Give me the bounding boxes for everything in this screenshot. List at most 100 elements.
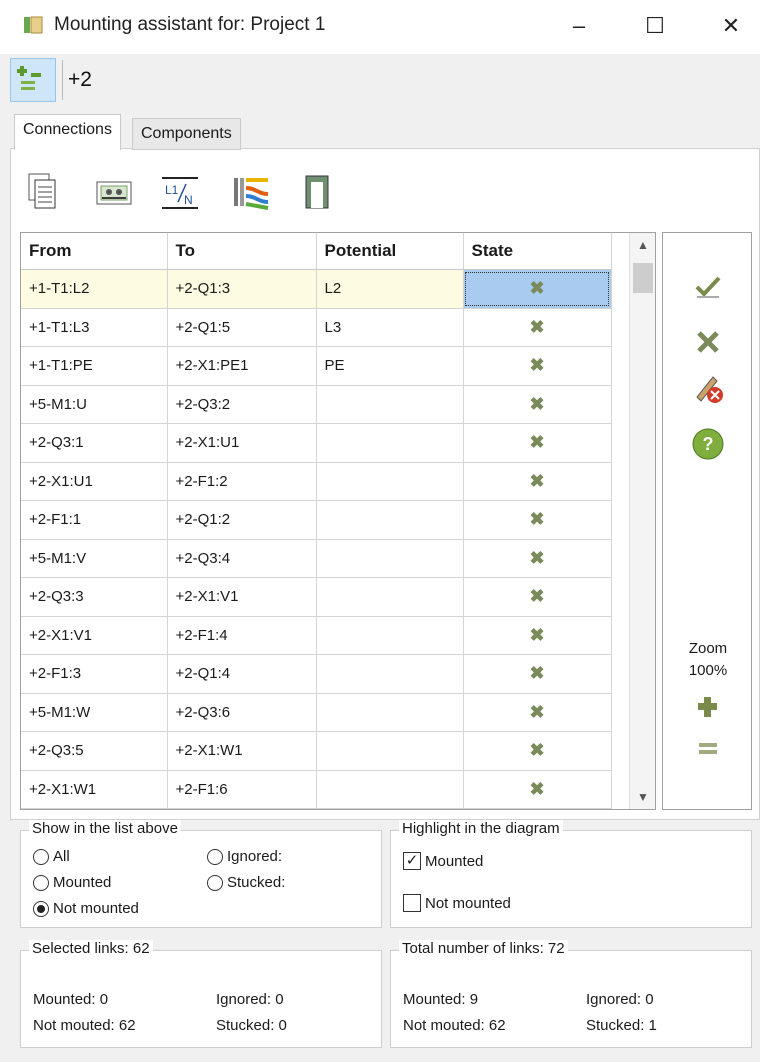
- cell-from[interactable]: +2-Q3:1: [21, 423, 168, 463]
- table-row[interactable]: +2-F1:1 +2-Q1:2 ✖: [21, 500, 612, 540]
- cell-to[interactable]: +2-Q1:5: [167, 308, 317, 347]
- cell-potential[interactable]: PE: [316, 346, 464, 386]
- tab-components[interactable]: Components: [132, 118, 241, 150]
- cell-to[interactable]: +2-Q1:2: [167, 500, 317, 540]
- cable-colors-icon[interactable]: [230, 172, 272, 212]
- cell-potential[interactable]: [316, 577, 464, 617]
- table-row[interactable]: +2-X1:W1 +2-F1:6 ✖: [21, 770, 612, 809]
- cell-from[interactable]: +1-T1:L2: [21, 269, 168, 309]
- cell-from[interactable]: +2-Q3:5: [21, 731, 168, 771]
- cell-potential[interactable]: [316, 770, 464, 809]
- show-not-mounted-radio[interactable]: Not mounted: [33, 900, 139, 917]
- checkbox-not-mounted-icon[interactable]: [403, 894, 421, 912]
- show-all-radio[interactable]: All: [33, 848, 70, 865]
- column-header-potential[interactable]: Potential: [316, 233, 464, 270]
- zoom-out-minus-icon[interactable]: [691, 733, 725, 767]
- table-row[interactable]: +1-T1:PE +2-X1:PE1 PE ✖: [21, 346, 612, 386]
- cell-state[interactable]: ✖: [463, 308, 612, 347]
- cell-potential[interactable]: [316, 385, 464, 424]
- cell-potential[interactable]: [316, 731, 464, 771]
- terminal-icon[interactable]: [94, 172, 134, 212]
- cell-to[interactable]: +2-X1:PE1: [167, 346, 317, 386]
- minimize-button[interactable]: –: [556, 6, 602, 46]
- cell-state[interactable]: ✖: [463, 731, 612, 771]
- radio-mounted-icon[interactable]: [33, 874, 49, 891]
- cell-from[interactable]: +1-T1:PE: [21, 346, 168, 386]
- table-row[interactable]: +5-M1:U +2-Q3:2 ✖: [21, 385, 612, 424]
- column-header-state[interactable]: State: [463, 233, 612, 270]
- table-row[interactable]: +5-M1:V +2-Q3:4 ✖: [21, 539, 612, 578]
- radio-ignored-icon[interactable]: [207, 848, 223, 865]
- table-row[interactable]: +2-F1:3 +2-Q1:4 ✖: [21, 654, 612, 694]
- table-row[interactable]: +2-Q3:1 +2-X1:U1 ✖: [21, 423, 612, 463]
- cell-potential[interactable]: [316, 423, 464, 463]
- scroll-up-icon[interactable]: ▲: [630, 235, 655, 255]
- cell-state[interactable]: ✖: [463, 500, 612, 540]
- cell-from[interactable]: +2-X1:U1: [21, 462, 168, 501]
- cell-from[interactable]: +1-T1:L3: [21, 308, 168, 347]
- cell-potential[interactable]: [316, 654, 464, 694]
- document-icon[interactable]: [26, 172, 60, 212]
- cell-from[interactable]: +2-Q3:3: [21, 577, 168, 617]
- cell-from[interactable]: +2-X1:V1: [21, 616, 168, 655]
- table-row[interactable]: +2-X1:U1 +2-F1:2 ✖: [21, 462, 612, 501]
- cell-to[interactable]: +2-F1:6: [167, 770, 317, 809]
- table-row[interactable]: +2-Q3:3 +2-X1:V1 ✖: [21, 577, 612, 617]
- cell-state[interactable]: ✖: [463, 423, 612, 463]
- table-row[interactable]: +1-T1:L3 +2-Q1:5 L3 ✖: [21, 308, 612, 347]
- table-row[interactable]: +1-T1:L2 +2-Q1:3 L2 ✖: [21, 269, 612, 309]
- add-remove-location-button[interactable]: [10, 58, 56, 102]
- cell-state[interactable]: ✖: [463, 462, 612, 501]
- scroll-thumb[interactable]: [633, 263, 653, 293]
- potential-l1n-icon[interactable]: L1 N: [160, 172, 200, 212]
- cell-to[interactable]: +2-F1:2: [167, 462, 317, 501]
- cell-potential[interactable]: L3: [316, 308, 464, 347]
- cell-to[interactable]: +2-Q1:3: [167, 269, 317, 309]
- cell-to[interactable]: +2-Q3:4: [167, 539, 317, 578]
- mark-mounted-check-icon[interactable]: [691, 269, 725, 303]
- cell-to[interactable]: +2-X1:W1: [167, 731, 317, 771]
- table-row[interactable]: +2-Q3:5 +2-X1:W1 ✖: [21, 731, 612, 771]
- cell-potential[interactable]: [316, 539, 464, 578]
- cell-state[interactable]: ✖: [463, 269, 612, 309]
- cell-potential[interactable]: [316, 462, 464, 501]
- vertical-scrollbar[interactable]: ▲ ▼: [629, 233, 655, 809]
- show-stucked-radio[interactable]: Stucked:: [207, 874, 285, 891]
- cell-potential[interactable]: [316, 693, 464, 732]
- edit-cancel-icon[interactable]: [691, 371, 725, 405]
- cell-from[interactable]: +2-F1:1: [21, 500, 168, 540]
- scroll-down-icon[interactable]: ▼: [630, 787, 655, 807]
- radio-all-icon[interactable]: [33, 848, 49, 865]
- column-header-to[interactable]: To: [167, 233, 317, 270]
- cell-state[interactable]: ✖: [463, 616, 612, 655]
- show-mounted-radio[interactable]: Mounted: [33, 874, 111, 891]
- table-row[interactable]: +2-X1:V1 +2-F1:4 ✖: [21, 616, 612, 655]
- cell-to[interactable]: +2-F1:4: [167, 616, 317, 655]
- cell-potential[interactable]: [316, 616, 464, 655]
- cell-state[interactable]: ✖: [463, 539, 612, 578]
- device-icon[interactable]: [300, 172, 334, 212]
- zoom-in-plus-icon[interactable]: [691, 691, 725, 725]
- cell-potential[interactable]: L2: [316, 269, 464, 309]
- cell-from[interactable]: +5-M1:U: [21, 385, 168, 424]
- radio-not-mounted-icon[interactable]: [33, 900, 49, 917]
- checkbox-mounted-icon[interactable]: ✓: [403, 852, 421, 870]
- cell-state[interactable]: ✖: [463, 693, 612, 732]
- cell-to[interactable]: +2-X1:V1: [167, 577, 317, 617]
- highlight-mounted-checkbox[interactable]: ✓ Mounted: [403, 852, 483, 870]
- maximize-button[interactable]: ☐: [632, 6, 678, 46]
- cell-from[interactable]: +2-F1:3: [21, 654, 168, 694]
- help-icon[interactable]: ?: [691, 427, 725, 461]
- cell-from[interactable]: +2-X1:W1: [21, 770, 168, 809]
- radio-stucked-icon[interactable]: [207, 874, 223, 891]
- cell-to[interactable]: +2-Q3:2: [167, 385, 317, 424]
- show-ignored-radio[interactable]: Ignored:: [207, 848, 282, 865]
- mark-not-mounted-x-icon[interactable]: [691, 325, 725, 359]
- cell-state[interactable]: ✖: [463, 577, 612, 617]
- cell-to[interactable]: +2-Q3:6: [167, 693, 317, 732]
- cell-state[interactable]: ✖: [463, 346, 612, 386]
- cell-to[interactable]: +2-X1:U1: [167, 423, 317, 463]
- cell-potential[interactable]: [316, 500, 464, 540]
- table-row[interactable]: +5-M1:W +2-Q3:6 ✖: [21, 693, 612, 732]
- cell-state[interactable]: ✖: [463, 385, 612, 424]
